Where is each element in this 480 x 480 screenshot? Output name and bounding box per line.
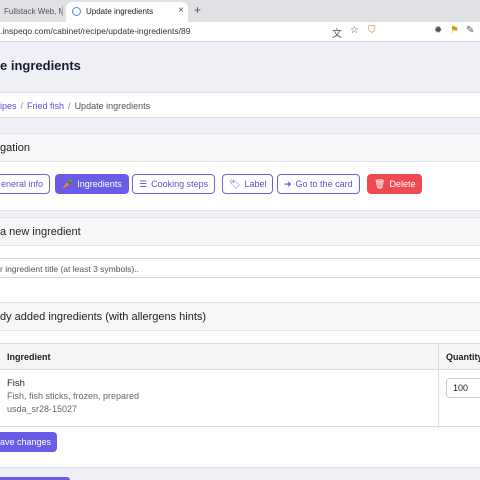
delete-label: Delete	[389, 179, 416, 189]
sign-in-icon: ➜	[284, 178, 292, 189]
cooking-steps-label: Cooking steps	[151, 179, 209, 189]
quantity-input[interactable]: 100	[446, 378, 480, 398]
extension-flag-icon[interactable]: ⚑	[450, 25, 459, 36]
carrot-icon: 🥕	[62, 178, 74, 189]
browser-tab-strip: Fullstack Web, Mo... Update ingredients …	[0, 0, 480, 22]
favicon-icon	[72, 7, 81, 16]
column-header-quantity: Quantity	[446, 352, 480, 362]
ingredient-search-input[interactable]: r ingredient title (at least 3 symbols).…	[0, 258, 480, 278]
browser-tab-update-ingredients[interactable]: Update ingredients ×	[66, 2, 188, 22]
breadcrumb-separator: /	[20, 101, 24, 111]
extension-gear-icon[interactable]: ✹	[434, 25, 442, 36]
tab-divider	[62, 6, 63, 16]
breadcrumb: ipes / Fried fish / Update ingredients	[0, 92, 480, 118]
ingredients-table: Ingredient Quantity Fish Fish, fish stic…	[0, 343, 480, 428]
navigation-card: gation eneral info 🥕 Ingredients ☰ Cooki…	[0, 133, 480, 211]
translate-icon[interactable]: 文	[332, 25, 342, 40]
ingredient-code: usda_sr28-15027	[7, 404, 78, 414]
breadcrumb-recipes-link[interactable]: ipes	[0, 101, 17, 111]
label-label: Label	[244, 179, 267, 189]
ingredients-button[interactable]: 🥕 Ingredients	[55, 174, 129, 194]
browser-tab-fullstack[interactable]: Fullstack Web, Mo...	[0, 2, 62, 20]
breadcrumb-current: Update ingredients	[74, 101, 151, 111]
extension-pen-icon[interactable]: ✎	[466, 25, 474, 36]
navigation-heading: gation	[0, 134, 480, 162]
trash-icon: 🗑	[374, 178, 386, 189]
column-divider	[438, 344, 439, 428]
new-tab-icon[interactable]: +	[194, 3, 201, 17]
ingredient-name: Fish	[7, 378, 25, 389]
column-header-ingredient: Ingredient	[7, 352, 51, 362]
new-ingredient-heading: a new ingredient	[0, 218, 480, 246]
close-tab-icon[interactable]: ×	[178, 5, 184, 16]
breadcrumb-separator: /	[68, 101, 71, 111]
breadcrumb-fried-fish-link[interactable]: Fried fish	[27, 101, 64, 111]
page-title: e ingredients	[0, 58, 81, 73]
ingredient-description: Fish, fish sticks, frozen, prepared	[7, 391, 140, 401]
label-button[interactable]: 🏷 Label	[222, 174, 274, 194]
list-icon: ☰	[139, 178, 148, 189]
ingredients-label: Ingredients	[77, 179, 122, 189]
general-info-label: eneral info	[1, 179, 44, 189]
added-ingredients-card: dy added ingredients (with allergens hin…	[0, 302, 480, 468]
url-field[interactable]: .inspeqo.com/cabinet/recipe/update-ingre…	[0, 26, 190, 36]
table-header-row: Ingredient Quantity	[0, 344, 480, 370]
go-to-card-button[interactable]: ➜ Go to the card	[277, 174, 360, 194]
bookmark-star-icon[interactable]: ☆	[350, 25, 359, 36]
brave-shield-icon[interactable]: ⛉	[368, 25, 376, 36]
save-changes-button[interactable]: ave changes	[0, 432, 57, 452]
cooking-steps-button[interactable]: ☰ Cooking steps	[132, 174, 216, 194]
page: e ingredients ipes / Fried fish / Update ing…	[0, 42, 480, 480]
general-info-button[interactable]: eneral info	[0, 174, 51, 194]
delete-button[interactable]: 🗑 Delete	[367, 174, 423, 194]
added-ingredients-heading: dy added ingredients (with allergens hin…	[0, 303, 480, 331]
tab-title: Update ingredients	[86, 7, 154, 16]
go-to-card-label: Go to the card	[295, 179, 353, 189]
tag-icon: 🏷	[229, 178, 241, 189]
address-bar: .inspeqo.com/cabinet/recipe/update-ingre…	[0, 22, 480, 42]
